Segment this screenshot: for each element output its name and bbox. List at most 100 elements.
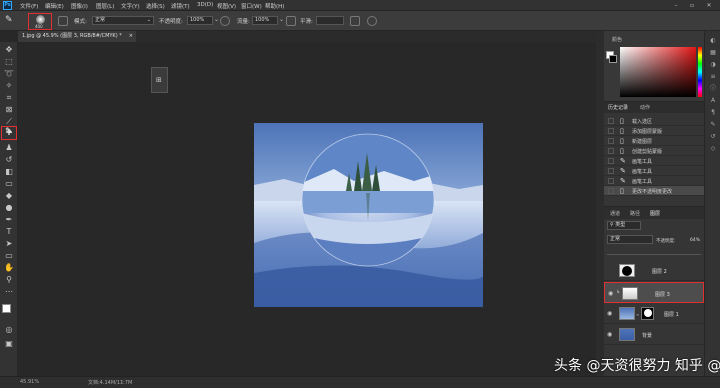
menu-3d[interactable]: 3D(D) bbox=[197, 2, 213, 8]
layer-name[interactable]: 图层 2 bbox=[652, 268, 667, 275]
properties-panel-icon[interactable]: ≡ bbox=[709, 73, 717, 80]
crop-tool-icon[interactable]: ⌗ bbox=[3, 92, 15, 103]
pressure-size-icon[interactable] bbox=[367, 16, 377, 26]
history-checkbox[interactable] bbox=[608, 178, 614, 184]
layer-name[interactable]: 图层 3 bbox=[655, 291, 670, 298]
photoshop-logo-icon[interactable]: Ps bbox=[3, 1, 12, 10]
swatches-panel-icon[interactable]: ▦ bbox=[709, 49, 717, 56]
layer-row-background[interactable]: ◉ 背景 bbox=[604, 324, 704, 345]
history-item[interactable]: ▯ 添加图层蒙版 bbox=[604, 126, 704, 136]
stamp-tool-icon[interactable]: ♟ bbox=[3, 142, 15, 153]
dodge-tool-icon[interactable]: ● bbox=[3, 202, 15, 213]
history-brush-tool-icon[interactable]: ↺ bbox=[3, 154, 15, 165]
quick-select-tool-icon[interactable]: ✧ bbox=[3, 80, 15, 91]
history-item[interactable]: ✎ 画笔工具 bbox=[604, 156, 704, 166]
menu-view[interactable]: 视图(V) bbox=[217, 2, 236, 10]
pressure-opacity-icon[interactable] bbox=[220, 16, 230, 26]
eraser-tool-icon[interactable]: ◧ bbox=[3, 166, 15, 177]
rectangle-tool-icon[interactable]: ▭ bbox=[3, 250, 15, 261]
eye-icon[interactable]: ◉ bbox=[608, 290, 615, 297]
flow-field[interactable]: 100% bbox=[252, 16, 278, 25]
close-tab-icon[interactable]: × bbox=[129, 31, 133, 42]
history-item[interactable]: ▯ 载入选区 bbox=[604, 116, 704, 126]
color-panel-icon[interactable]: ◐ bbox=[709, 37, 717, 44]
layer-opacity-value[interactable]: 64% bbox=[690, 238, 700, 243]
layer-kind-filter[interactable]: ⚲ 类型 bbox=[607, 221, 641, 230]
foreground-color-swatch[interactable] bbox=[2, 304, 11, 313]
history-checkbox[interactable] bbox=[608, 128, 614, 134]
layer-row-layer3-selected[interactable]: ◉ ↳ 图层 3 bbox=[604, 282, 704, 303]
history-item[interactable]: ✎ 画笔工具 bbox=[604, 176, 704, 186]
chain-link-icon[interactable]: ∞ bbox=[636, 312, 639, 317]
hand-tool-icon[interactable]: ✋ bbox=[3, 262, 15, 273]
menu-file[interactable]: 文件(F) bbox=[20, 2, 38, 10]
layer-name[interactable]: 背景 bbox=[642, 332, 652, 339]
status-arrow-icon[interactable]: › bbox=[122, 379, 124, 385]
airbrush-icon[interactable] bbox=[286, 16, 296, 26]
zoom-tool-icon[interactable]: ⚲ bbox=[3, 274, 15, 285]
more-tools-icon[interactable]: ⋯ bbox=[3, 286, 15, 297]
tab-channels[interactable]: 通道 bbox=[610, 210, 620, 217]
styles-panel-icon[interactable]: ◇ bbox=[709, 145, 717, 152]
history-checkbox[interactable] bbox=[608, 158, 614, 164]
opacity-field[interactable]: 100% bbox=[187, 16, 213, 25]
move-tool-icon[interactable]: ✥ bbox=[3, 44, 15, 55]
lock-fill-row[interactable] bbox=[607, 249, 701, 255]
eye-icon[interactable]: ◉ bbox=[607, 310, 614, 317]
menu-filter[interactable]: 滤镜(T) bbox=[171, 2, 190, 10]
history-checkbox[interactable] bbox=[608, 188, 614, 194]
blend-mode-select[interactable]: 正常 bbox=[607, 235, 653, 244]
minimize-icon[interactable]: – bbox=[670, 1, 682, 10]
color-field[interactable] bbox=[620, 47, 696, 97]
smooth-field[interactable] bbox=[316, 16, 344, 25]
history-checkbox[interactable] bbox=[608, 118, 614, 124]
history-checkbox[interactable] bbox=[608, 168, 614, 174]
pen-tool-icon[interactable]: ✒ bbox=[3, 214, 15, 225]
mode-select[interactable]: 正常 ⌄ bbox=[92, 16, 154, 25]
tab-layers[interactable]: 图层 bbox=[650, 210, 660, 217]
canvas-image[interactable] bbox=[254, 123, 483, 307]
info-panel-icon[interactable]: ⓘ bbox=[709, 85, 717, 92]
brush-tool-icon[interactable]: ✎ bbox=[5, 15, 13, 25]
quick-mask-icon[interactable]: ◎ bbox=[3, 324, 15, 335]
floating-mini-panel[interactable]: ⊞ bbox=[151, 67, 168, 93]
character-panel-icon[interactable]: A bbox=[709, 97, 717, 104]
history-item-selected[interactable]: ▯ 更改不透明度更改 bbox=[604, 186, 704, 196]
close-icon[interactable]: ✕ bbox=[703, 1, 715, 10]
menu-image[interactable]: 图像(I) bbox=[71, 2, 88, 10]
history-panel-icon[interactable]: ↺ bbox=[709, 133, 717, 140]
brush-settings-icon[interactable] bbox=[58, 16, 68, 26]
flow-chevron-icon[interactable]: ⌄ bbox=[279, 16, 284, 23]
adjustments-panel-icon[interactable]: ◑ bbox=[709, 61, 717, 68]
tab-paths[interactable]: 路径 bbox=[630, 210, 640, 217]
eye-icon[interactable]: ◉ bbox=[607, 331, 614, 338]
history-checkbox[interactable] bbox=[608, 138, 614, 144]
history-item[interactable]: ▯ 新建图层 bbox=[604, 136, 704, 146]
history-item[interactable]: ✎ 画笔工具 bbox=[604, 166, 704, 176]
paragraph-panel-icon[interactable]: ¶ bbox=[709, 109, 717, 116]
opacity-chevron-icon[interactable]: ⌄ bbox=[214, 16, 219, 23]
brush-preset-picker[interactable]: 400 bbox=[28, 13, 52, 30]
zoom-level[interactable]: 45.91% bbox=[20, 379, 39, 385]
tab-document[interactable]: 1.jpg @ 45.9% (图层 3, RGB/8#/CMYK) * × bbox=[18, 31, 136, 42]
brush-settings-panel-icon[interactable]: ✎ bbox=[709, 121, 717, 128]
history-checkbox[interactable] bbox=[608, 148, 614, 154]
menu-layer[interactable]: 图层(L) bbox=[96, 2, 114, 10]
tab-color[interactable]: 颜色 bbox=[612, 36, 622, 43]
menu-window[interactable]: 窗口(W) bbox=[241, 2, 262, 10]
blur-tool-icon[interactable]: ◆ bbox=[3, 190, 15, 201]
marquee-tool-icon[interactable]: ⬚ bbox=[3, 56, 15, 67]
smoothing-options-icon[interactable] bbox=[350, 16, 360, 26]
brush-tool-button[interactable]: ✎ bbox=[1, 126, 17, 140]
layer-name[interactable]: 图层 1 bbox=[664, 311, 679, 318]
menu-help[interactable]: 帮助(H) bbox=[265, 2, 284, 10]
hue-slider[interactable] bbox=[698, 47, 702, 97]
bg-color-chip[interactable] bbox=[609, 55, 617, 63]
path-select-tool-icon[interactable]: ➤ bbox=[3, 238, 15, 249]
lasso-tool-icon[interactable]: ➰ bbox=[3, 68, 15, 79]
gradient-tool-icon[interactable]: ▭ bbox=[3, 178, 15, 189]
type-tool-icon[interactable]: T bbox=[3, 226, 15, 237]
document-info[interactable]: 文档:4.14M/11.7M bbox=[88, 379, 132, 386]
frame-tool-icon[interactable]: ⊠ bbox=[3, 104, 15, 115]
menu-type[interactable]: 文字(Y) bbox=[121, 2, 140, 10]
